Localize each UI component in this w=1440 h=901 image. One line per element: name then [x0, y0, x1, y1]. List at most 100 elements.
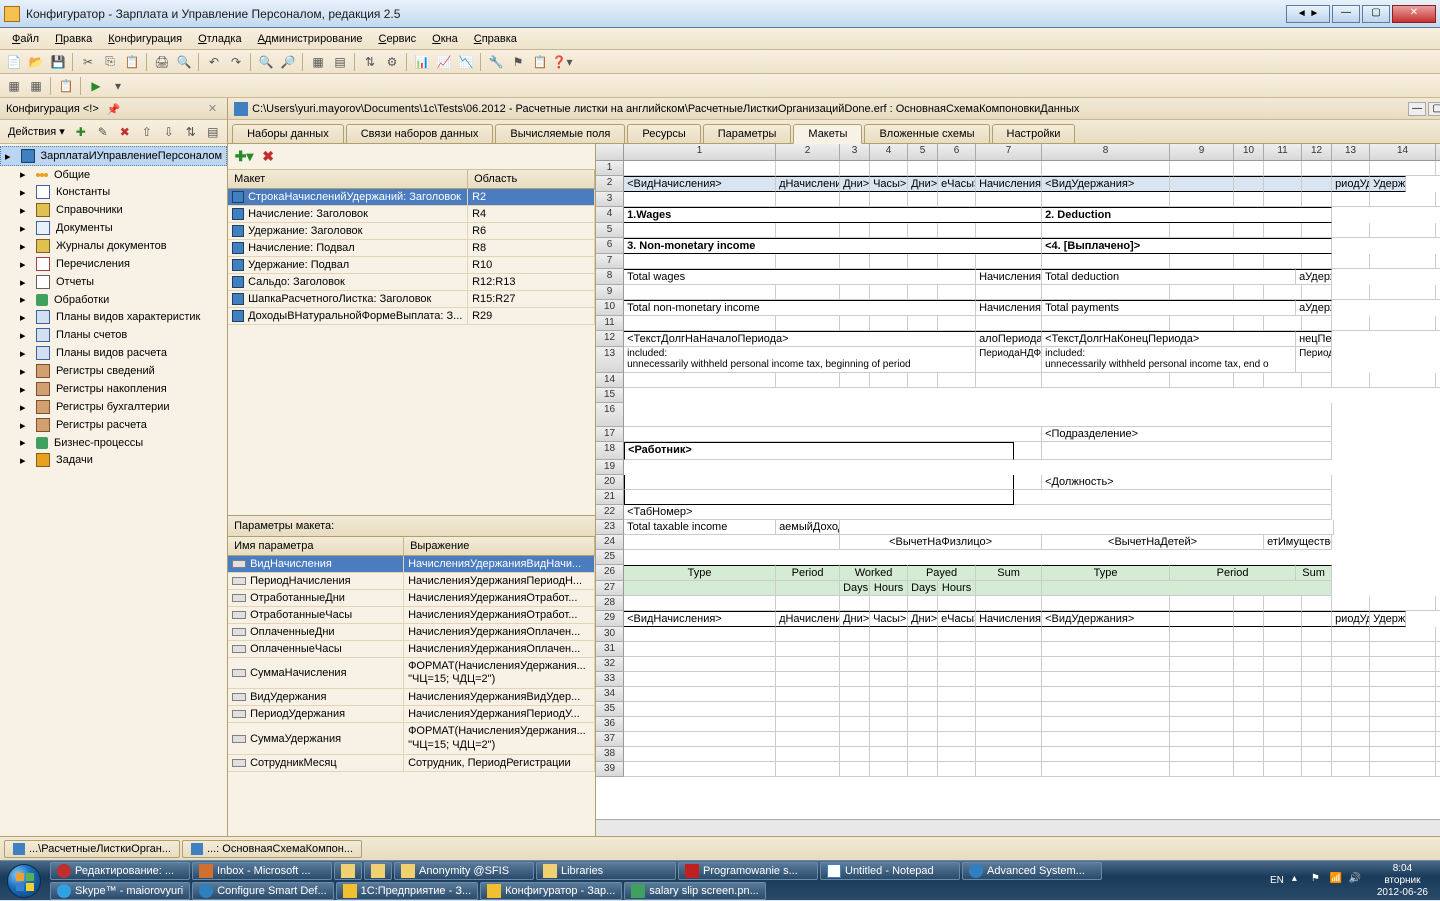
col-header[interactable]: 11: [1264, 144, 1302, 160]
cell[interactable]: [870, 732, 908, 747]
tray-icon[interactable]: ▴: [1292, 873, 1308, 889]
cell[interactable]: [776, 596, 840, 611]
template-row[interactable]: Начисление: ЗаголовокR4: [228, 206, 595, 223]
param-row[interactable]: ВидНачисленияНачисленияУдержанияВидНачи.…: [228, 556, 595, 573]
cell[interactable]: [1436, 657, 1440, 672]
cell[interactable]: [976, 702, 1042, 717]
cell[interactable]: [1042, 442, 1332, 460]
cell[interactable]: Дни>: [840, 176, 870, 192]
maximize-button[interactable]: ▢: [1362, 5, 1390, 23]
cell[interactable]: [1264, 596, 1302, 611]
menu-file[interactable]: Файл: [6, 31, 45, 47]
cell[interactable]: [624, 373, 776, 388]
cell[interactable]: [1332, 747, 1370, 762]
cell[interactable]: [1170, 672, 1234, 687]
cell[interactable]: [1234, 373, 1264, 388]
cell[interactable]: [840, 373, 870, 388]
template-row[interactable]: Начисление: ПодвалR8: [228, 240, 595, 257]
cell[interactable]: [1370, 223, 1436, 238]
cell[interactable]: [624, 475, 1014, 490]
cell[interactable]: Удержа: [1370, 176, 1406, 192]
cell[interactable]: Hours: [870, 581, 908, 596]
save-icon[interactable]: 💾: [48, 52, 68, 72]
cfg-sort-icon[interactable]: ⇅: [181, 122, 201, 142]
cell[interactable]: [624, 687, 776, 702]
cell[interactable]: [624, 702, 776, 717]
cell[interactable]: риодУдержания>: [1332, 611, 1370, 627]
cell[interactable]: [976, 657, 1042, 672]
cell[interactable]: [870, 657, 908, 672]
col-header[interactable]: 9: [1170, 144, 1234, 160]
cell[interactable]: <Должность>: [1042, 475, 1332, 490]
row-header[interactable]: 28: [596, 596, 624, 611]
cell[interactable]: [908, 192, 938, 207]
cell[interactable]: [1302, 627, 1332, 642]
cell[interactable]: [1234, 687, 1264, 702]
cell[interactable]: Начисления>: [976, 269, 1042, 285]
cell[interactable]: Начисления>: [976, 300, 1042, 316]
pin-icon[interactable]: 📌: [103, 103, 115, 115]
cell[interactable]: Period: [776, 565, 840, 581]
cell[interactable]: [908, 596, 938, 611]
cell[interactable]: [1264, 316, 1302, 331]
cell[interactable]: [938, 717, 976, 732]
tb-icon-c[interactable]: ⇅: [360, 52, 380, 72]
cell[interactable]: [1264, 747, 1302, 762]
cell[interactable]: [1332, 657, 1370, 672]
row-header[interactable]: 4: [596, 207, 624, 223]
cell[interactable]: [938, 285, 976, 300]
param-row[interactable]: ПериодУдержанияНачисленияУдержанияПериод…: [228, 706, 595, 723]
cell[interactable]: еЧасы>: [938, 176, 976, 192]
cell[interactable]: [1264, 373, 1302, 388]
cell[interactable]: [776, 732, 840, 747]
tree-item[interactable]: ▸Бизнес-процессы: [0, 434, 227, 451]
taskbar-button[interactable]: salary slip screen.pn...: [624, 882, 765, 900]
cell[interactable]: [1234, 223, 1264, 238]
tree-item[interactable]: ▸Обработки: [0, 291, 227, 308]
cell[interactable]: [776, 657, 840, 672]
cell[interactable]: [908, 672, 938, 687]
cell[interactable]: [938, 642, 976, 657]
cell[interactable]: [1170, 611, 1234, 627]
taskbar-button[interactable]: Inbox - Microsoft ...: [192, 862, 332, 880]
cell[interactable]: [1436, 316, 1440, 331]
cell[interactable]: Периода: [1296, 347, 1332, 373]
row-header[interactable]: 33: [596, 672, 624, 687]
cell[interactable]: <ТекстДолгНаКонецПериода>: [1042, 331, 1296, 347]
actions-dropdown[interactable]: Действия ▾: [4, 125, 69, 138]
cell[interactable]: [1302, 192, 1332, 207]
taskbar-button[interactable]: Редактирование: ...: [50, 862, 190, 880]
cell[interactable]: [1302, 747, 1332, 762]
row-header[interactable]: 17: [596, 427, 624, 442]
cell[interactable]: Total payments: [1042, 300, 1296, 316]
cell[interactable]: Дни>: [908, 176, 938, 192]
row-header[interactable]: 26: [596, 565, 624, 581]
cell[interactable]: [976, 192, 1042, 207]
cell[interactable]: Days: [908, 581, 938, 596]
cell[interactable]: [1370, 627, 1436, 642]
row-header[interactable]: 20: [596, 475, 624, 490]
cell[interactable]: [870, 316, 908, 331]
cell[interactable]: Total taxable income: [624, 520, 776, 535]
tree-item[interactable]: ▸Задачи: [0, 451, 227, 469]
cell[interactable]: [976, 373, 1042, 388]
cell[interactable]: [1332, 254, 1370, 269]
cell[interactable]: [1170, 316, 1234, 331]
cell[interactable]: Worked: [840, 565, 908, 581]
row-header[interactable]: 39: [596, 762, 624, 777]
cell[interactable]: [976, 285, 1042, 300]
cell[interactable]: [840, 657, 870, 672]
cell[interactable]: [1042, 762, 1170, 777]
window-tab[interactable]: ...: ОсновнаяСхемаКомпон...: [182, 840, 362, 858]
col-header[interactable]: 6: [938, 144, 976, 160]
cell[interactable]: [840, 596, 870, 611]
cell[interactable]: 1.Wages: [624, 207, 1042, 223]
col-header[interactable]: 4: [870, 144, 908, 160]
cell[interactable]: [1264, 285, 1302, 300]
cell[interactable]: [908, 732, 938, 747]
param-row[interactable]: СуммаНачисленияФОРМАТ(НачисленияУдержани…: [228, 658, 595, 689]
param-row[interactable]: ПериодНачисленияНачисленияУдержанияПерио…: [228, 573, 595, 590]
minimize-button[interactable]: —: [1332, 5, 1360, 23]
cell[interactable]: [1042, 642, 1170, 657]
cell[interactable]: [1436, 717, 1440, 732]
